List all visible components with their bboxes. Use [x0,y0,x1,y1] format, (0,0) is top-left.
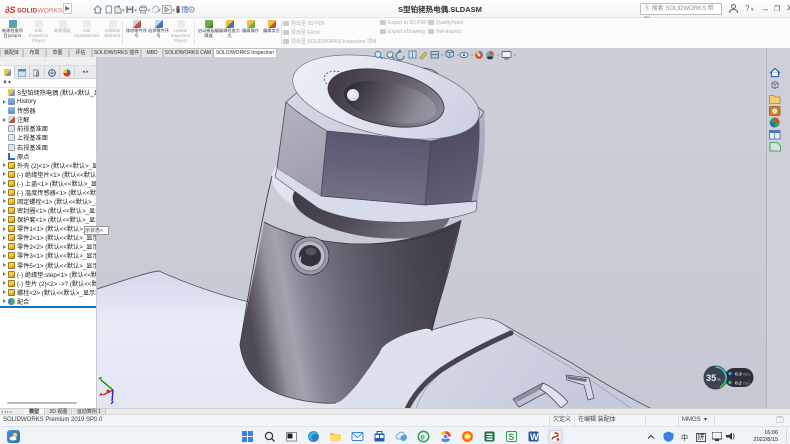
svg-text:S: S [508,432,514,442]
svg-text:▾: ▾ [172,8,175,14]
svg-text:WORKS: WORKS [38,7,64,14]
svg-text:%: % [717,377,721,382]
svg-text:KB/s: KB/s [743,382,750,386]
svg-text:▾: ▾ [134,8,137,14]
svg-text:▾: ▾ [147,8,150,14]
svg-text:W: W [530,432,539,442]
svg-text:e: e [421,432,426,441]
svg-text:35: 35 [706,373,716,383]
svg-text:∂S: ∂S [5,5,15,15]
svg-text:▾: ▾ [122,8,125,14]
svg-text:0.3: 0.3 [735,372,742,378]
svg-text:KB/s: KB/s [743,373,750,377]
svg-text:▾: ▾ [158,8,161,14]
svg-text:SOLID: SOLID [17,7,37,14]
svg-text:β: β [36,72,40,77]
svg-text:0.2: 0.2 [735,381,742,387]
